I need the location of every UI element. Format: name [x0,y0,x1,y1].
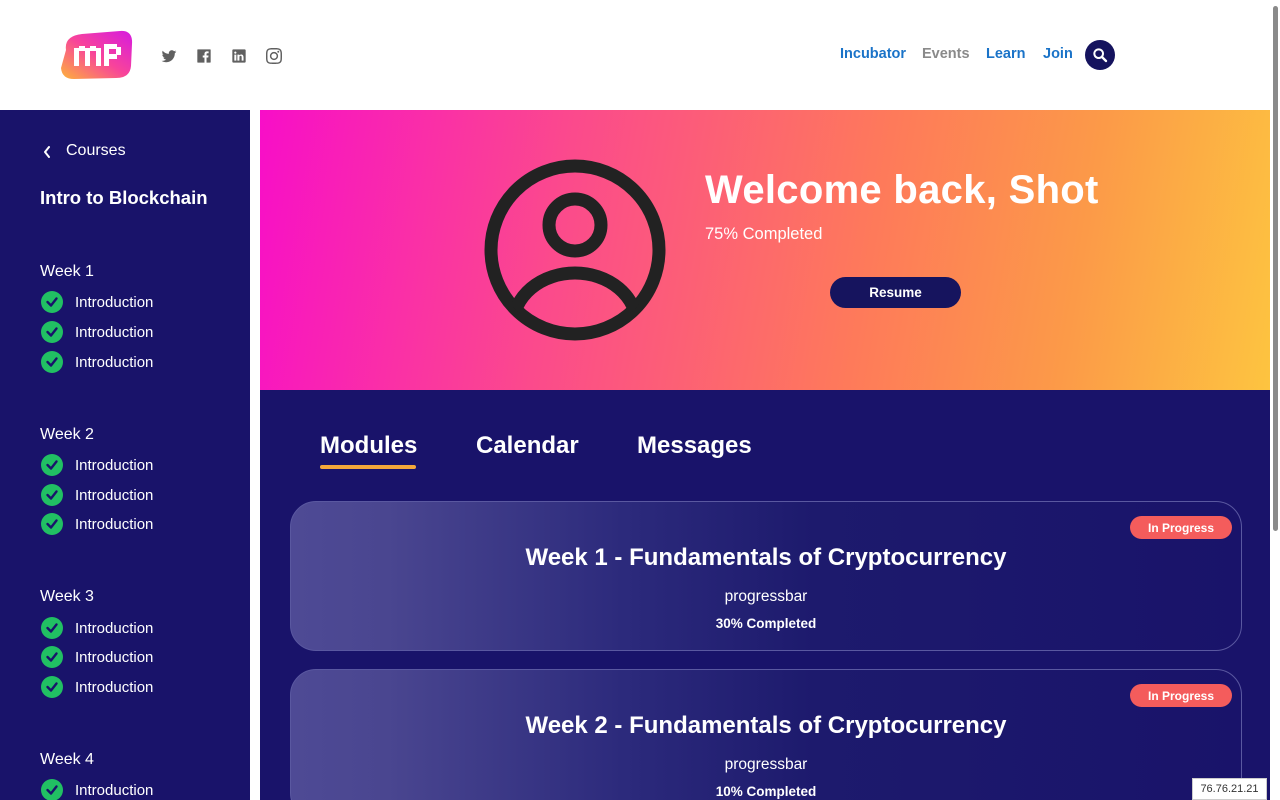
lesson-label: Introduction [75,323,154,341]
course-progress-text: 75% Completed [705,225,823,243]
course-content: Modules Calendar Messages In Progress We… [260,390,1270,800]
check-circle-icon [41,513,63,535]
lesson-item[interactable]: Introduction [41,484,153,506]
nav-incubator[interactable]: Incubator [840,46,906,62]
page-scrollbar[interactable] [1270,0,1280,800]
lesson-label: Introduction [75,456,154,474]
lesson-item[interactable]: Introduction [41,291,153,313]
lesson-label: Introduction [75,353,154,371]
active-tab-indicator [320,465,416,469]
lesson-label: Introduction [75,515,154,533]
chevron-left-icon [44,146,50,158]
lesson-label: Introduction [75,781,154,799]
site-header: Incubator Events Learn Join [0,0,1270,110]
module-title: Week 1 - Fundamentals of Cryptocurrency [525,544,1007,571]
course-sidebar: Courses Intro to Blockchain Week 1 Intro… [0,110,250,800]
status-badge: In Progress [1130,684,1232,707]
lesson-label: Introduction [75,619,154,637]
lesson-item[interactable]: Introduction [41,779,153,800]
lesson-label: Introduction [75,486,154,504]
lesson-label: Introduction [75,678,154,696]
lesson-label: Introduction [75,293,154,311]
check-circle-icon [41,676,63,698]
nav-join[interactable]: Join [1043,46,1073,62]
module-progressbar: progressbar [724,588,808,605]
brand-logo[interactable] [60,30,133,80]
check-circle-icon [41,291,63,313]
instagram-icon[interactable] [265,47,282,64]
module-progress-text: 30% Completed [715,616,817,631]
lesson-label: Introduction [75,648,154,666]
tab-messages[interactable]: Messages [637,432,752,460]
nav-learn[interactable]: Learn [986,46,1026,62]
lesson-item[interactable]: Introduction [41,321,153,343]
check-circle-icon [41,646,63,668]
welcome-hero: Welcome back, Shot 75% Completed Resume [260,110,1270,390]
ip-address-label: 76.76.21.21 [1192,778,1267,800]
facebook-icon[interactable] [195,47,212,64]
twitter-icon[interactable] [160,47,177,64]
check-circle-icon [41,454,63,476]
week-label: Week 4 [40,751,94,768]
lesson-item[interactable]: Introduction [41,513,153,535]
week-label: Week 3 [40,588,94,605]
check-circle-icon [41,351,63,373]
welcome-heading: Welcome back, Shot [705,168,1099,212]
search-button[interactable] [1085,40,1115,70]
check-circle-icon [41,321,63,343]
lesson-item[interactable]: Introduction [41,646,153,668]
module-card[interactable]: In Progress Week 2 - Fundamentals of Cry… [290,669,1242,800]
tab-modules[interactable]: Modules [320,432,417,460]
back-label: Courses [66,142,126,159]
tab-calendar[interactable]: Calendar [476,432,579,460]
scrollbar-thumb[interactable] [1273,6,1278,531]
check-circle-icon [41,617,63,639]
module-progress-text: 10% Completed [715,784,817,799]
nav-events[interactable]: Events [922,46,970,62]
linkedin-icon[interactable] [230,47,247,64]
module-progressbar: progressbar [724,756,808,773]
lesson-item[interactable]: Introduction [41,617,153,639]
check-circle-icon [41,779,63,800]
back-to-courses-link[interactable]: Courses [40,142,126,160]
week-label: Week 2 [40,426,94,443]
lesson-item[interactable]: Introduction [41,351,153,373]
week-label: Week 1 [40,263,94,280]
divider [250,110,260,800]
lesson-item[interactable]: Introduction [41,454,153,476]
resume-button[interactable]: Resume [830,277,961,308]
lesson-item[interactable]: Introduction [41,676,153,698]
course-title: Intro to Blockchain [40,187,208,208]
check-circle-icon [41,484,63,506]
search-icon [1093,48,1108,63]
status-badge: In Progress [1130,516,1232,539]
module-title: Week 2 - Fundamentals of Cryptocurrency [525,712,1007,739]
module-card[interactable]: In Progress Week 1 - Fundamentals of Cry… [290,501,1242,651]
user-avatar-icon [482,157,668,343]
